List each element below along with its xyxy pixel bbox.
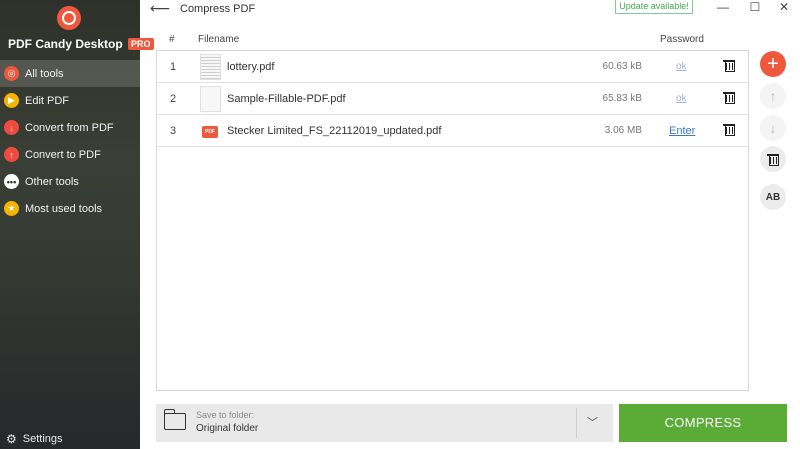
file-size: 3.06 MB (604, 125, 642, 136)
more-dots-icon: ••• (4, 174, 19, 189)
file-list[interactable]: 1 lottery.pdf 60.63 kB ok 2 Sample-Filla… (156, 50, 749, 391)
compress-button[interactable]: COMPRESS (619, 404, 787, 442)
pro-badge: PRO (128, 38, 154, 50)
back-arrow-icon[interactable]: ⟵ (150, 0, 170, 17)
move-down-button[interactable]: ↓ (760, 115, 786, 141)
sidebar-item-all-tools[interactable]: ◎ All tools (0, 60, 140, 87)
sidebar-item-label: Convert from PDF (25, 121, 114, 134)
close-icon[interactable]: ✕ (777, 0, 791, 14)
save-folder-label: Save to folder: (196, 410, 255, 420)
file-name: Stecker Limited_FS_22112019_updated.pdf (227, 125, 442, 137)
sidebar-item-label: All tools (25, 67, 64, 80)
app-name: PDF Candy Desktop (8, 37, 123, 51)
table-row[interactable]: 2 Sample-Fillable-PDF.pdf 65.83 kB ok (157, 83, 748, 115)
password-status-link[interactable]: ok (676, 61, 687, 72)
blank-thumbnail-icon (200, 86, 221, 112)
file-size: 60.63 kB (602, 61, 642, 72)
minimize-icon[interactable]: — (716, 0, 730, 14)
file-name: lottery.pdf (227, 61, 275, 73)
table-row[interactable]: 3 PDF Stecker Limited_FS_22112019_update… (157, 115, 748, 147)
sidebar-item-label: Edit PDF (25, 94, 70, 107)
sidebar-nav: ◎ All tools ▶ Edit PDF ↓ Convert from PD… (0, 60, 140, 222)
delete-row-button[interactable] (723, 59, 735, 74)
move-up-button[interactable]: ↑ (760, 83, 786, 109)
star-icon: ★ (4, 201, 19, 216)
clear-all-button[interactable] (760, 146, 786, 172)
trash-icon (723, 123, 735, 136)
row-number: 2 (170, 93, 177, 105)
row-number: 3 (170, 125, 177, 137)
sort-alphabetical-button[interactable]: AB (760, 184, 786, 210)
password-status-link[interactable]: ok (676, 93, 687, 104)
add-file-button[interactable]: + (760, 51, 786, 77)
app-brand: PDF Candy Desktop PRO (8, 37, 154, 51)
sidebar-item-convert-to-pdf[interactable]: ↑ Convert to PDF (0, 141, 140, 168)
sidebar-item-label: Convert to PDF (25, 148, 101, 161)
arrow-down-icon: ↓ (769, 120, 777, 136)
plus-icon: + (767, 52, 779, 75)
page-title: Compress PDF (180, 3, 256, 15)
trash-icon (723, 59, 735, 72)
enter-password-link[interactable]: Enter (669, 125, 695, 137)
delete-row-button[interactable] (723, 91, 735, 106)
trash-icon (723, 91, 735, 104)
trash-icon (767, 153, 779, 166)
arrow-down-icon: ↓ (4, 120, 19, 135)
document-thumbnail-icon (200, 54, 221, 80)
file-name: Sample-Fillable-PDF.pdf (227, 93, 346, 105)
gear-icon: ⚙ (6, 432, 17, 446)
sidebar-item-edit-pdf[interactable]: ▶ Edit PDF (0, 87, 140, 114)
save-folder-dropdown[interactable]: Save to folder: Original folder ﹀ (156, 404, 613, 442)
sidebar-item-most-used-tools[interactable]: ★ Most used tools (0, 195, 140, 222)
sidebar-item-other-tools[interactable]: ••• Other tools (0, 168, 140, 195)
settings-button[interactable]: ⚙ Settings (6, 432, 63, 446)
sidebar-item-convert-from-pdf[interactable]: ↓ Convert from PDF (0, 114, 140, 141)
table-row[interactable]: 1 lottery.pdf 60.63 kB ok (157, 51, 748, 83)
sort-ab-icon: AB (765, 191, 781, 203)
edit-pdf-icon: ▶ (4, 93, 19, 108)
arrow-up-icon: ↑ (769, 88, 777, 104)
settings-label: Settings (22, 433, 63, 445)
column-header-number: # (169, 34, 175, 45)
delete-row-button[interactable] (723, 123, 735, 138)
row-number: 1 (170, 61, 177, 73)
sidebar: PDF Candy Desktop PRO ◎ All tools ▶ Edit… (0, 0, 154, 449)
candy-logo-icon: ◎ (4, 66, 19, 81)
pdf-file-icon: PDF (200, 118, 221, 144)
save-folder-value: Original folder (196, 423, 259, 434)
update-available-badge[interactable]: Update available! (615, 0, 693, 14)
chevron-down-icon[interactable]: ﹀ (587, 414, 598, 430)
column-header-filename: Filename (198, 34, 240, 45)
dropdown-divider (576, 408, 577, 438)
column-header-password: Password (660, 34, 704, 45)
maximize-icon[interactable]: ☐ (748, 0, 762, 14)
file-size: 65.83 kB (602, 93, 642, 104)
pdf-candy-logo-icon (57, 6, 81, 30)
sidebar-item-label: Most used tools (25, 202, 103, 215)
sidebar-item-label: Other tools (25, 175, 79, 188)
arrow-up-icon: ↑ (4, 147, 19, 162)
folder-icon (163, 409, 186, 430)
